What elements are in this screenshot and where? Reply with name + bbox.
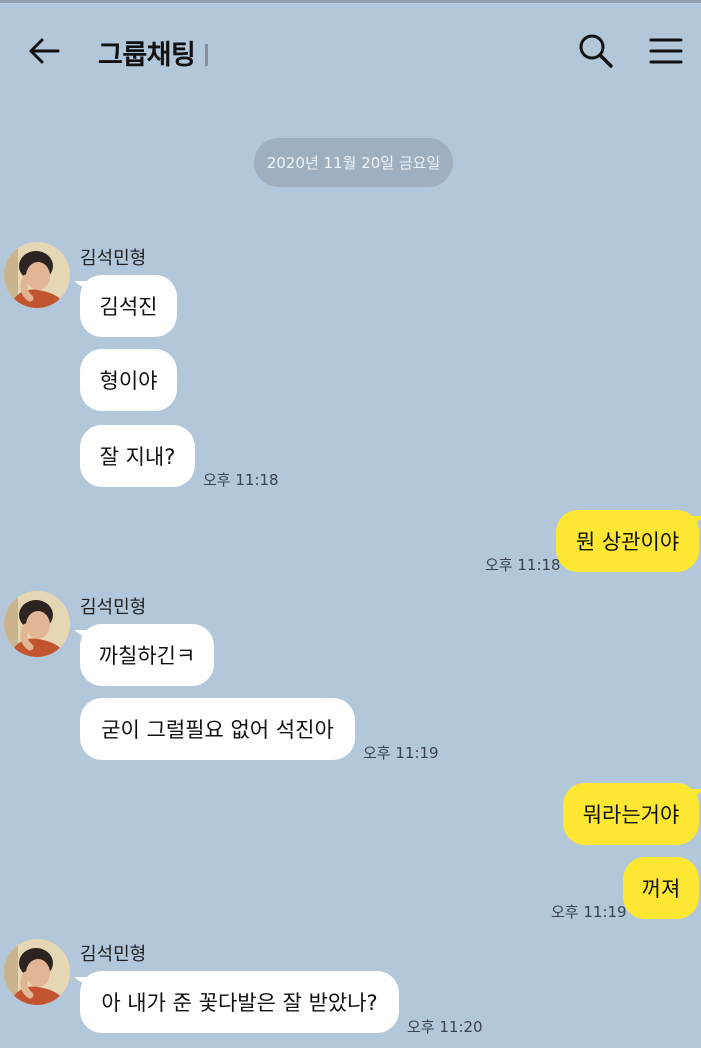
profile-photo-icon <box>4 591 70 657</box>
chat-title-text: 그룹채팅 <box>98 40 196 71</box>
message-bubble[interactable]: 까칠하긴ㅋ <box>74 624 214 686</box>
message-time: 오후 11:18 <box>485 556 561 574</box>
member-count-indicator <box>205 43 209 66</box>
message-time: 오후 11:19 <box>551 903 627 921</box>
chat-title: 그룹채팅 <box>98 33 209 72</box>
profile-photo-icon <box>4 939 70 1005</box>
menu-button[interactable] <box>644 31 688 75</box>
avatar[interactable] <box>4 591 70 657</box>
message-time: 오후 11:19 <box>363 744 439 762</box>
message-bubble[interactable]: 아 내가 준 꽃다발은 잘 받았나? <box>74 971 399 1033</box>
back-button[interactable] <box>22 33 66 73</box>
search-icon <box>578 33 614 73</box>
my-message-bubble[interactable]: 뭔 상관이야 <box>556 510 701 572</box>
avatar[interactable] <box>4 939 70 1005</box>
sender-name: 김석민형 <box>80 597 147 618</box>
sender-name: 김석민형 <box>80 248 147 269</box>
sender-name: 김석민형 <box>80 944 147 965</box>
message-time: 오후 11:18 <box>203 471 279 489</box>
message-bubble[interactable]: 잘 지내? <box>80 425 195 487</box>
menu-icon <box>649 37 683 69</box>
message-bubble[interactable]: 굳이 그럴필요 없어 석진아 <box>80 698 355 760</box>
profile-photo-icon <box>4 242 70 308</box>
search-button[interactable] <box>574 31 618 75</box>
avatar[interactable] <box>4 242 70 308</box>
chat-header: 그룹채팅 <box>0 3 701 99</box>
message-bubble[interactable]: 형이야 <box>80 349 177 411</box>
message-bubble[interactable]: 김석진 <box>74 275 177 337</box>
arrow-left-icon <box>28 37 60 69</box>
my-message-bubble[interactable]: 꺼져 <box>623 857 699 919</box>
my-message-bubble[interactable]: 뭐라는거야 <box>563 783 701 845</box>
message-time: 오후 11:20 <box>407 1018 483 1036</box>
date-divider: 2020년 11월 20일 금요일 <box>254 138 453 187</box>
